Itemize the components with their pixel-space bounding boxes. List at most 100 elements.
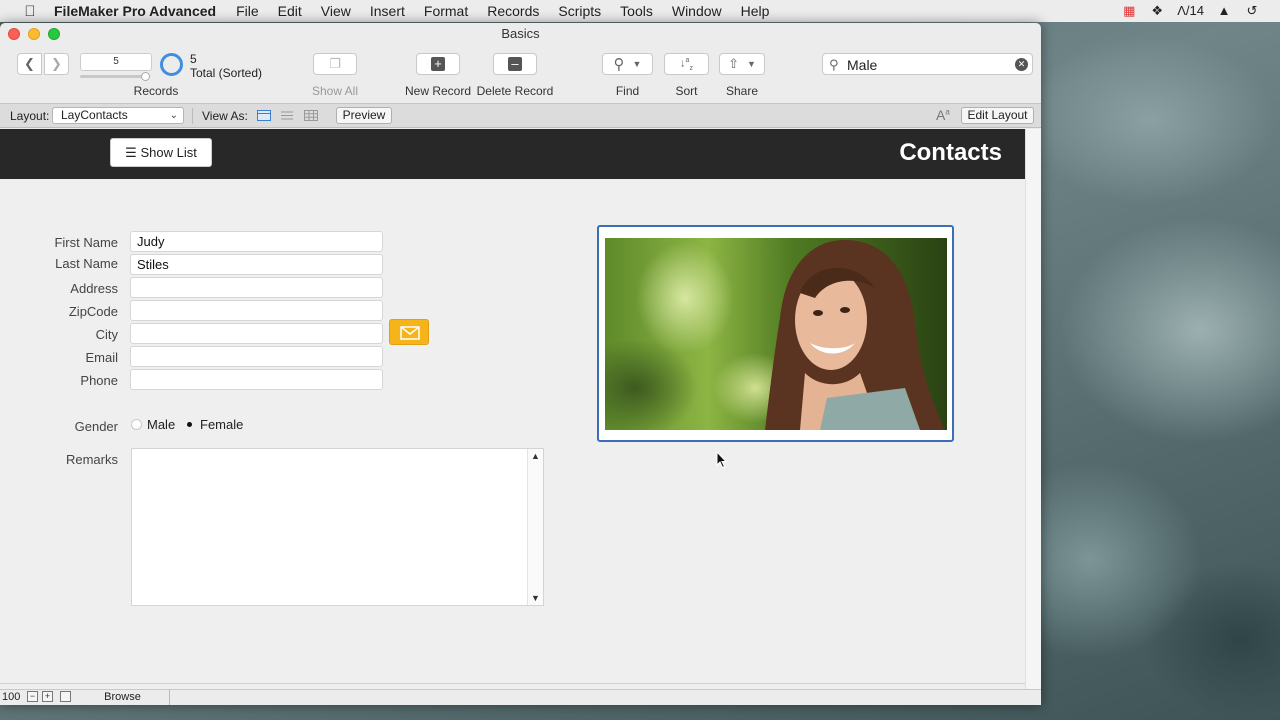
layout-select[interactable]: LayContacts ⌄	[52, 107, 184, 124]
chevron-down-icon: ⌄	[169, 110, 178, 121]
apple-icon[interactable]: 	[20, 3, 40, 20]
gender-option-female[interactable]: Female	[184, 417, 243, 432]
mouse-pointer-icon	[716, 451, 728, 469]
last-name-field[interactable]: Stiles	[130, 254, 383, 275]
close-window-button[interactable]	[8, 28, 20, 40]
first-name-field[interactable]: Judy	[130, 231, 383, 252]
show-list-label: Show List	[140, 145, 197, 160]
layout-content: ☰ Show List Contacts First Name Judy Las…	[0, 129, 1025, 689]
record-slider[interactable]	[80, 75, 150, 78]
current-record-field[interactable]: 5	[80, 53, 152, 71]
zoom-out-icon[interactable]: −	[27, 691, 38, 702]
edit-layout-button[interactable]: Edit Layout	[961, 107, 1034, 124]
remarks-scrollbar[interactable]: ▲ ▼	[527, 449, 543, 605]
window-scrollbar[interactable]	[1025, 129, 1041, 689]
preview-button[interactable]: Preview	[336, 107, 392, 124]
share-button[interactable]: ⇧ ▼	[719, 53, 765, 75]
gender-option-male[interactable]: Male	[131, 417, 175, 432]
share-label: Share	[725, 84, 759, 98]
google-drive-icon[interactable]: ▲	[1216, 4, 1232, 18]
title-bar: Basics	[0, 23, 1041, 45]
gender-female-label: Female	[200, 417, 244, 432]
new-record-button[interactable]: +	[416, 53, 460, 75]
menu-edit[interactable]: Edit	[278, 3, 302, 19]
toggle-toolbar-icon[interactable]	[60, 691, 71, 702]
phone-label: Phone	[80, 373, 118, 388]
show-all-button[interactable]: ❐	[313, 53, 357, 75]
share-icon: ⇧	[728, 56, 739, 71]
zoom-level[interactable]: 100	[2, 691, 20, 703]
form-view-icon[interactable]	[257, 110, 271, 121]
dropbox-icon[interactable]: ❖	[1149, 4, 1165, 18]
found-count: 5	[190, 52, 197, 66]
filemaker-window: Basics ❮ ❯ 5 5 Total (Sorted) Records ❐ …	[0, 23, 1041, 705]
layout-label: Layout:	[10, 109, 50, 123]
record-pie-icon	[160, 53, 183, 76]
menu-app-name[interactable]: FileMaker Pro Advanced	[54, 3, 216, 19]
table-view-icon[interactable]	[304, 110, 318, 121]
remarks-field[interactable]: ▲ ▼	[131, 448, 544, 606]
send-email-button[interactable]	[389, 319, 429, 345]
chevron-down-icon: ▼	[746, 59, 756, 69]
total-sorted-label: Total (Sorted)	[190, 66, 263, 80]
menu-scripts[interactable]: Scripts	[558, 3, 601, 19]
status-toolbar: ❮ ❯ 5 5 Total (Sorted) Records ❐ Show Al…	[0, 45, 1041, 102]
remarks-label: Remarks	[65, 452, 118, 467]
find-button[interactable]: ⚲ ▼	[602, 53, 653, 75]
last-name-label: Last Name	[55, 256, 118, 271]
first-name-label: First Name	[54, 235, 118, 250]
next-record-button[interactable]: ❯	[44, 53, 69, 75]
menu-insert[interactable]: Insert	[370, 3, 405, 19]
delete-record-button[interactable]: –	[493, 53, 537, 75]
radio-female[interactable]	[184, 419, 195, 430]
menu-view[interactable]: View	[321, 3, 351, 19]
show-list-button[interactable]: ☰ Show List	[110, 138, 212, 167]
menu-tools[interactable]: Tools	[620, 3, 653, 19]
layout-bar-divider	[192, 108, 193, 124]
email-field[interactable]	[130, 346, 383, 367]
chevron-up-icon[interactable]: ▲	[531, 451, 540, 461]
mode-indicator[interactable]: Browse	[76, 690, 170, 705]
previous-record-button[interactable]: ❮	[17, 53, 42, 75]
portrait-image	[765, 240, 945, 430]
city-label: City	[95, 327, 118, 342]
chevron-down-icon[interactable]: ▼	[531, 593, 540, 603]
menu-format[interactable]: Format	[424, 3, 468, 19]
minimize-window-button[interactable]	[28, 28, 40, 40]
sort-button[interactable]: ↓az	[664, 53, 709, 75]
quick-find-search-field[interactable]: ⚲ Male ✕	[822, 53, 1033, 75]
chevron-left-icon: ❮	[24, 56, 35, 71]
radio-male[interactable]	[131, 419, 142, 430]
new-record-label: New Record	[404, 84, 472, 98]
address-field[interactable]	[130, 277, 383, 298]
window-controls	[8, 28, 60, 40]
menu-window[interactable]: Window	[672, 3, 722, 19]
email-label: Email	[85, 350, 118, 365]
zoom-window-button[interactable]	[48, 28, 60, 40]
text-format-icon[interactable]: Aa	[936, 107, 950, 123]
calendar-icon[interactable]: ▦	[1121, 4, 1137, 18]
zoom-in-icon[interactable]: +	[42, 691, 53, 702]
quick-find-value: Male	[847, 57, 878, 73]
time-machine-icon[interactable]: ↺	[1244, 4, 1260, 18]
menu-records[interactable]: Records	[487, 3, 539, 19]
footer-divider	[0, 683, 1025, 684]
sort-az-icon: ↓az	[680, 56, 693, 72]
zipcode-field[interactable]	[130, 300, 383, 321]
adobe-icon[interactable]: Λ/14	[1177, 4, 1204, 18]
chevron-right-icon: ❯	[51, 56, 62, 71]
chevron-down-icon: ▼	[632, 59, 642, 69]
layout-select-value: LayContacts	[61, 108, 128, 122]
show-all-label: Show All	[311, 84, 359, 98]
contact-photo	[605, 238, 947, 430]
phone-field[interactable]	[130, 369, 383, 390]
list-view-icon[interactable]	[280, 110, 294, 121]
gender-label: Gender	[74, 419, 118, 434]
city-field[interactable]	[130, 323, 383, 344]
photo-container-field[interactable]	[597, 225, 954, 442]
menu-file[interactable]: File	[236, 3, 259, 19]
menu-help[interactable]: Help	[741, 3, 770, 19]
show-all-icon: ❐	[329, 56, 341, 71]
record-slider-knob[interactable]	[141, 72, 150, 81]
clear-search-icon[interactable]: ✕	[1015, 58, 1028, 71]
